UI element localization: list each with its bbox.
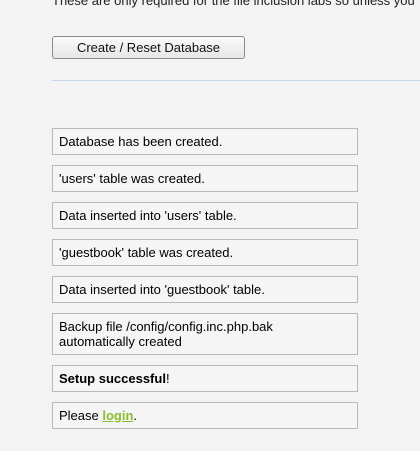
message-users-data-inserted: Data inserted into 'users' table. bbox=[52, 202, 358, 229]
login-link[interactable]: login bbox=[102, 408, 133, 423]
login-prompt-suffix: . bbox=[133, 408, 138, 423]
message-config-backup-created: Backup file /config/config.inc.php.bak a… bbox=[52, 313, 358, 355]
setup-success-suffix: ! bbox=[165, 371, 170, 386]
file-inclusion-note: These are only required for the file inc… bbox=[52, 0, 415, 8]
login-prompt-message: Please login. bbox=[52, 402, 358, 429]
section-divider bbox=[52, 80, 420, 81]
message-users-table-created: 'users' table was created. bbox=[52, 165, 358, 192]
setup-success-message: Setup successful! bbox=[52, 365, 358, 392]
setup-success-strong: Setup successful bbox=[59, 371, 166, 386]
message-guestbook-table-created: 'guestbook' table was created. bbox=[52, 239, 358, 266]
login-prompt-prefix: Please bbox=[59, 408, 103, 423]
create-reset-database-button[interactable]: Create / Reset Database bbox=[52, 36, 245, 59]
message-guestbook-data-inserted: Data inserted into 'guestbook' table. bbox=[52, 276, 358, 303]
message-database-created: Database has been created. bbox=[52, 128, 358, 155]
